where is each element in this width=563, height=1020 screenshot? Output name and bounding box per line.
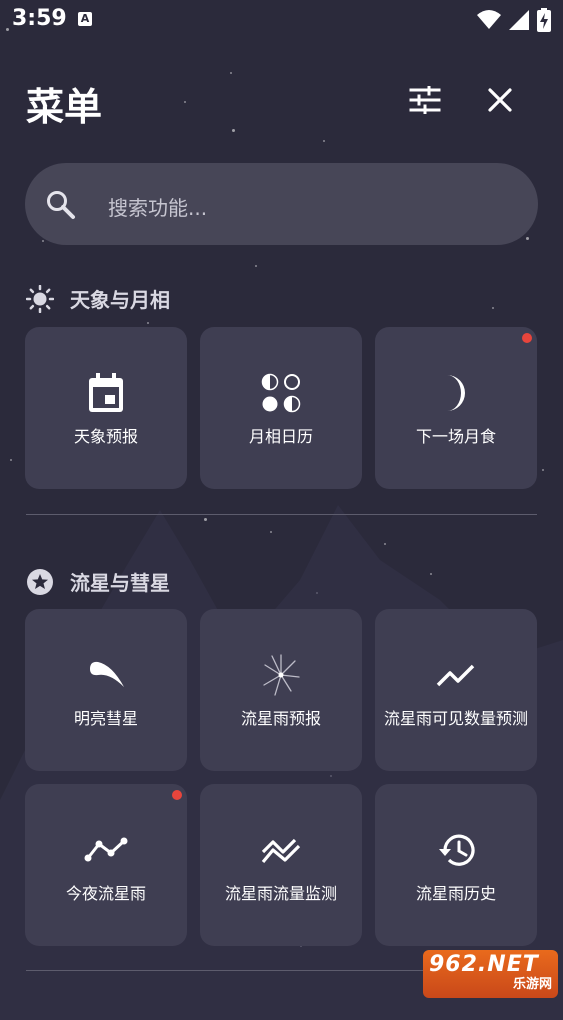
card-label: 下一场月食 [415, 427, 496, 446]
search-placeholder: 搜索功能... [108, 196, 208, 220]
comet-icon [90, 661, 124, 687]
status-time: 3:59 [12, 6, 67, 31]
card-label: 流星雨历史 [415, 884, 496, 903]
signal-icon [509, 10, 529, 30]
filter-settings-button[interactable] [403, 78, 447, 122]
page-title: 菜单 [26, 85, 103, 129]
moon-phases-icon [261, 373, 301, 413]
section-title: 天象与月相 [70, 288, 170, 312]
crescent-moon-icon [447, 375, 465, 411]
wifi-icon [477, 10, 501, 29]
calendar-icon [89, 373, 123, 412]
card-label: 流星雨预报 [240, 709, 321, 728]
card-next-eclipse[interactable]: 下一场月食 [375, 327, 537, 489]
card-bright-comets[interactable]: 明亮彗星 [25, 609, 187, 771]
card-meteor-count-prediction[interactable]: 流星雨可见数量预测 [375, 609, 537, 771]
section-divider [26, 514, 537, 515]
search-input[interactable] [25, 163, 538, 245]
card-tonight-meteor[interactable]: 今夜流星雨 [25, 784, 187, 946]
card-label: 月相日历 [248, 427, 313, 446]
watermark-top: 962.NET [429, 952, 539, 977]
section-header-meteor-comet: 流星与彗星 [26, 567, 170, 596]
star-circle-icon [27, 568, 53, 595]
timeline-icon [84, 837, 128, 862]
card-label: 流星雨可见数量预测 [383, 709, 528, 728]
notification-dot [172, 790, 182, 800]
card-meteor-flux-monitor[interactable]: 流星雨流量监测 [200, 784, 362, 946]
card-moon-calendar[interactable]: 月相日历 [200, 327, 362, 489]
card-label: 明亮彗星 [73, 709, 138, 728]
close-button[interactable] [478, 78, 522, 122]
battery-charging-icon [537, 8, 551, 32]
filter-settings-icon [409, 86, 441, 114]
history-icon [439, 834, 475, 866]
notification-dot [522, 333, 532, 343]
card-label: 今夜流星雨 [65, 884, 146, 903]
status-bar: 3:59 A [0, 0, 563, 40]
section-title: 流星与彗星 [70, 571, 170, 595]
multiline-chart-icon [261, 838, 301, 864]
card-label: 流星雨流量监测 [224, 884, 337, 903]
trend-up-icon [436, 664, 475, 687]
sun-icon [26, 284, 54, 313]
card-sky-forecast[interactable]: 天象预报 [25, 327, 187, 489]
meteor-burst-icon [263, 654, 300, 696]
card-label: 天象预报 [73, 427, 138, 446]
watermark-bottom: 乐游网 [512, 977, 552, 992]
site-watermark: 962.NET 乐游网 [423, 950, 558, 998]
search-icon [47, 191, 75, 219]
close-icon [488, 88, 512, 112]
section-header-sky-moon: 天象与月相 [26, 284, 170, 313]
status-indicator: A [78, 12, 92, 26]
card-meteor-history[interactable]: 流星雨历史 [375, 784, 537, 946]
card-meteor-forecast[interactable]: 流星雨预报 [200, 609, 362, 771]
